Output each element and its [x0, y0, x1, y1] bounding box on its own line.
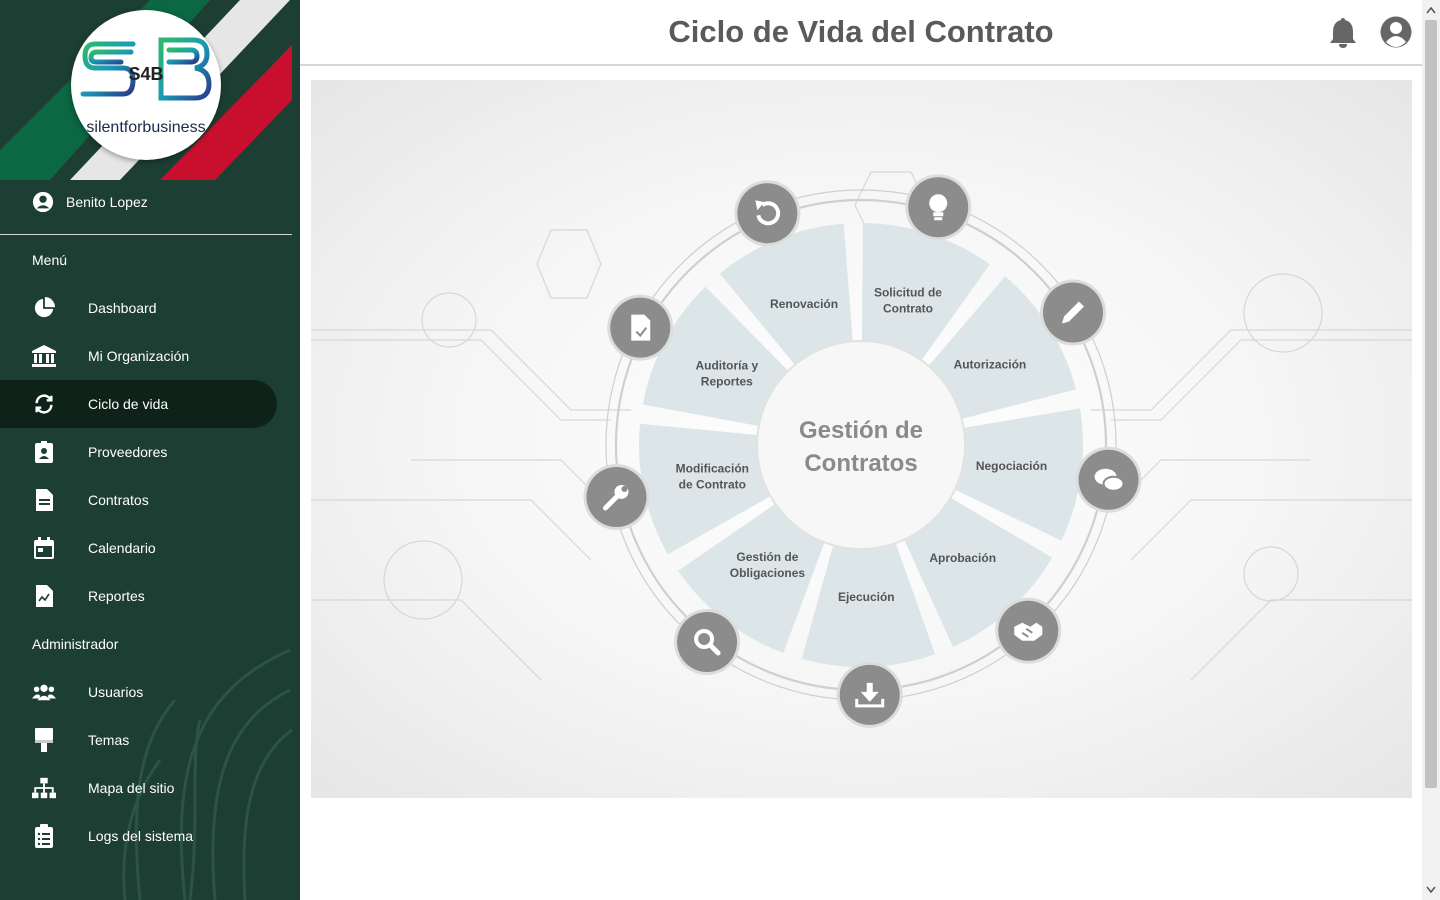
segment-label-line: Renovación: [770, 297, 838, 311]
sync-icon: [32, 392, 56, 416]
nav-item-dashboard[interactable]: Dashboard: [0, 284, 277, 332]
document-check-icon[interactable]: [607, 294, 674, 361]
lightbulb-icon[interactable]: [905, 174, 972, 241]
magnifier-icon[interactable]: [674, 609, 741, 676]
segment-label-line: Gestión de: [736, 550, 798, 564]
segment-label-line: Negociación: [976, 459, 1047, 473]
segment-label: Ejecución: [838, 590, 895, 604]
pencil-icon[interactable]: [1040, 279, 1107, 346]
users-icon: [32, 680, 56, 704]
scroll-thumb[interactable]: [1425, 20, 1437, 788]
segment-label-line: de Contrato: [679, 478, 746, 492]
menu-section-title: Menú: [32, 252, 68, 268]
center-title-line1: Gestión de: [799, 417, 923, 444]
nav-item-usuarios[interactable]: Usuarios: [0, 668, 277, 716]
nav-item-mapa-del-sitio[interactable]: Mapa del sitio: [0, 764, 277, 812]
account-circle-icon: [1380, 16, 1412, 48]
account-button[interactable]: [1380, 16, 1412, 48]
scroll-down-arrow-icon[interactable]: [1422, 884, 1440, 896]
logo-text: silentforbusiness: [86, 119, 205, 136]
sidebar: S4B silentforbusiness Benito Lopez Menú …: [0, 0, 300, 900]
nav-item-temas[interactable]: Temas: [0, 716, 277, 764]
scroll-up-arrow-icon[interactable]: [1422, 4, 1440, 16]
bell-icon: [1330, 18, 1356, 48]
building-icon: [32, 344, 56, 368]
download-icon[interactable]: [836, 661, 903, 728]
nav-item-ciclo-de-vida[interactable]: Ciclo de vida: [0, 380, 277, 428]
user-circle-icon: [32, 191, 54, 213]
nav-label: Dashboard: [88, 300, 157, 316]
paint-roller-icon: [32, 728, 56, 752]
segment-label-line: Autorización: [954, 357, 1027, 371]
id-badge-icon: [32, 440, 56, 464]
handshake-icon[interactable]: [995, 597, 1062, 664]
nav-label: Reportes: [88, 588, 145, 604]
segment-label-line: Obligaciones: [730, 566, 806, 580]
calendar-icon: [32, 536, 56, 560]
nav-item-calendario[interactable]: Calendario: [0, 524, 277, 572]
nav-label: Calendario: [88, 540, 156, 556]
nav-label: Mapa del sitio: [88, 780, 175, 796]
nav-item-logs-del-sistema[interactable]: Logs del sistema: [0, 812, 277, 860]
pie-chart-icon: [32, 296, 56, 320]
segment-label-line: Contrato: [883, 301, 933, 315]
nav-item-mi-organizacion[interactable]: Mi Organización: [0, 332, 277, 380]
segment-label-line: Aprobación: [929, 551, 996, 565]
segment-label-line: Ejecución: [838, 590, 895, 604]
segment-label: Autorización: [954, 357, 1027, 371]
nav-label: Proveedores: [88, 444, 168, 460]
nav-item-contratos[interactable]: Contratos: [0, 476, 277, 524]
report-icon: [32, 584, 56, 608]
notifications-button[interactable]: [1328, 16, 1358, 48]
logo-icon: S4B silentforbusiness: [80, 37, 212, 136]
contract-lifecycle-diagram: Gestión de Contratos Solicitud de Contrat…: [311, 80, 1412, 798]
nav-item-proveedores[interactable]: Proveedores: [0, 428, 277, 476]
segment-label-line: Auditoría y: [695, 359, 758, 373]
admin-section-title: Administrador: [32, 636, 119, 652]
nav-label: Ciclo de vida: [88, 396, 169, 412]
divider: [0, 234, 292, 235]
user-name: Benito Lopez: [66, 194, 148, 210]
logo-mark-text: S4B: [128, 64, 163, 84]
nav-label: Usuarios: [88, 684, 144, 700]
nav-label: Logs del sistema: [88, 828, 194, 844]
document-icon: [32, 488, 56, 512]
top-header: Ciclo de Vida del Contrato: [300, 0, 1422, 66]
segment-label: Aprobación: [929, 551, 996, 565]
user-profile[interactable]: Benito Lopez: [32, 191, 148, 213]
nav-item-reportes[interactable]: Reportes: [0, 572, 277, 620]
refresh-icon[interactable]: [734, 180, 801, 247]
sitemap-icon: [32, 776, 56, 800]
chat-bubbles-icon[interactable]: [1075, 446, 1142, 513]
nav-label: Mi Organización: [88, 348, 190, 364]
center-title-line2: Contratos: [804, 450, 917, 477]
nav-label: Temas: [88, 732, 130, 748]
company-logo[interactable]: S4B silentforbusiness: [71, 10, 221, 160]
nav-label: Contratos: [88, 492, 149, 508]
page-title: Ciclo de Vida del Contrato: [668, 14, 1054, 49]
segment-label-line: Solicitud de: [874, 285, 942, 299]
segment-label-line: Reportes: [701, 375, 753, 389]
segment-label: Renovación: [770, 297, 838, 311]
clipboard-list-icon: [32, 824, 56, 848]
center-hub: [756, 340, 966, 550]
vertical-scrollbar[interactable]: [1422, 0, 1440, 900]
diagram-canvas: Gestión de Contratos Solicitud de Contrat…: [311, 171, 1412, 728]
wrench-icon[interactable]: [583, 463, 650, 530]
segment-label: Negociación: [976, 459, 1047, 473]
segment-label-line: Modificación: [676, 462, 749, 476]
